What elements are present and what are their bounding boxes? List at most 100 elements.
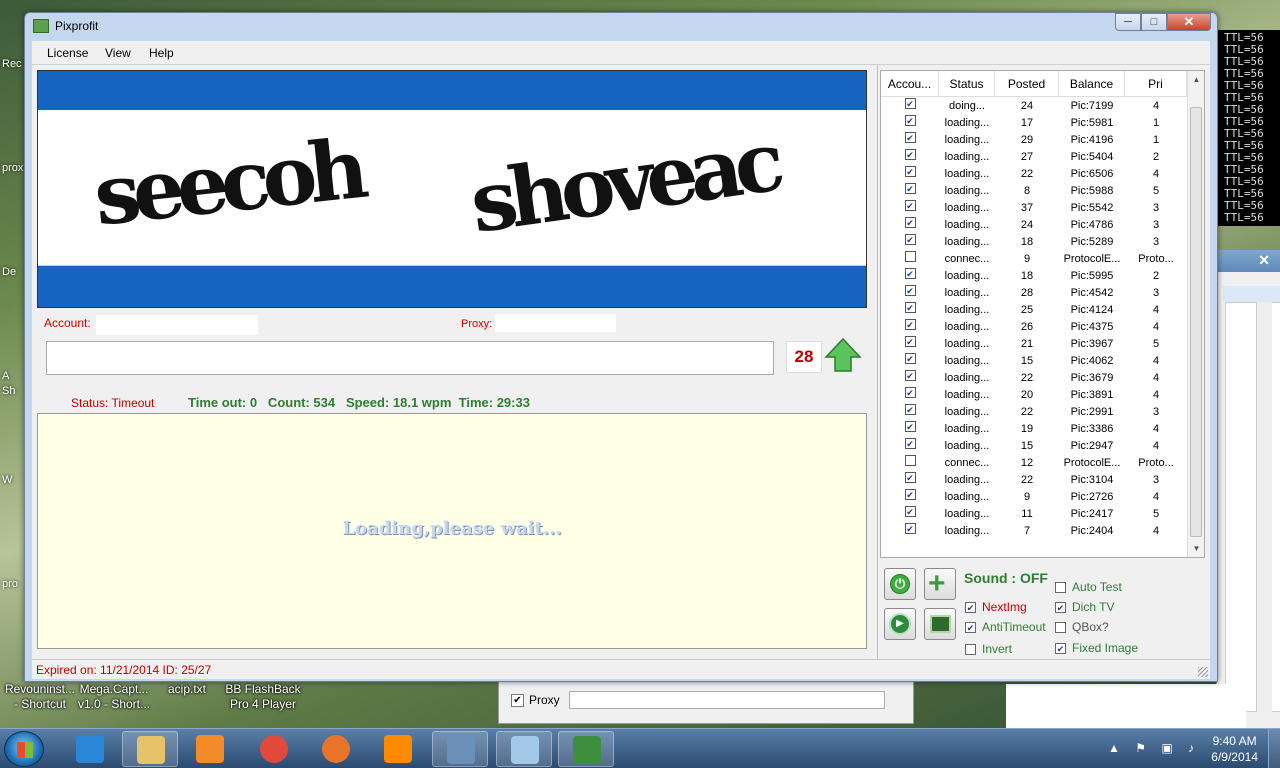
account-checkbox[interactable]: ✔ — [904, 387, 916, 398]
taskbar-item[interactable] — [308, 731, 364, 767]
option-autotest[interactable]: Auto Test — [1055, 580, 1122, 594]
taskbar-item[interactable] — [558, 731, 614, 767]
account-checkbox[interactable]: ✔ — [904, 234, 916, 245]
account-checkbox[interactable]: ✔ — [904, 404, 916, 415]
image-button[interactable] — [924, 608, 956, 640]
grid-row[interactable]: ✔ loading... 8 Pic:5988 5 — [881, 183, 1187, 200]
account-checkbox[interactable]: ✔ — [904, 166, 916, 177]
desktop-icon-revouninstaller[interactable]: Revouninst... - Shortcut — [0, 682, 80, 712]
grid-row[interactable]: ✔ loading... 15 Pic:2947 4 — [881, 438, 1187, 455]
grid-row[interactable]: ✔ loading... 22 Pic:3104 3 — [881, 472, 1187, 489]
grid-row[interactable]: ✔ loading... 20 Pic:3891 4 — [881, 387, 1187, 404]
power-button[interactable]: ⏻ — [884, 568, 916, 600]
grid-row[interactable]: ✔ loading... 28 Pic:4542 3 — [881, 285, 1187, 302]
antitimeout-checkbox[interactable]: ✔ — [965, 621, 976, 633]
option-nextimg[interactable]: ✔ NextImg — [965, 600, 1027, 614]
column-header-balance[interactable]: Balance — [1059, 71, 1125, 97]
account-checkbox[interactable] — [904, 455, 916, 466]
column-header-status[interactable]: Status — [939, 71, 995, 97]
titlebar[interactable]: Pixprofit ─ □ ✕ — [25, 13, 1217, 41]
account-checkbox[interactable]: ✔ — [904, 319, 916, 330]
account-checkbox[interactable]: ✔ — [904, 98, 916, 109]
play-button[interactable]: ▶ — [884, 608, 916, 640]
account-checkbox[interactable]: ✔ — [904, 506, 916, 517]
account-checkbox[interactable]: ✔ — [904, 302, 916, 313]
grid-row[interactable]: ✔ loading... 17 Pic:5981 1 — [881, 115, 1187, 132]
qbox-checkbox[interactable] — [1055, 621, 1066, 633]
grid-row[interactable]: ✔ loading... 27 Pic:5404 2 — [881, 149, 1187, 166]
system-tray[interactable]: ▲ ⚑ ▣ ♪ — [1108, 741, 1200, 755]
grid-row[interactable]: ✔ loading... 25 Pic:4124 4 — [881, 302, 1187, 319]
account-checkbox[interactable]: ✔ — [904, 200, 916, 211]
background-scrollbar[interactable] — [1256, 302, 1272, 712]
account-checkbox[interactable]: ✔ — [904, 285, 916, 296]
account-checkbox[interactable]: ✔ — [904, 183, 916, 194]
account-checkbox[interactable] — [904, 251, 916, 262]
captcha-answer-input[interactable] — [46, 341, 774, 375]
grid-row[interactable]: ✔ loading... 21 Pic:3967 5 — [881, 336, 1187, 353]
account-checkbox[interactable]: ✔ — [904, 438, 916, 449]
grid-row[interactable]: ✔ loading... 7 Pic:2404 4 — [881, 523, 1187, 540]
show-desktop-button[interactable] — [1268, 729, 1280, 768]
grid-row[interactable]: ✔ loading... 18 Pic:5289 3 — [881, 234, 1187, 251]
desktop-icon-megacapt[interactable]: Mega.Capt... v1.0 - Short... — [74, 682, 154, 712]
desktop-icon-bbflashback[interactable]: BB FlashBack Pro 4 Player — [218, 682, 308, 712]
menu-license[interactable]: License — [47, 46, 88, 60]
grid-row[interactable]: ✔ loading... 19 Pic:3386 4 — [881, 421, 1187, 438]
minimize-button[interactable]: ─ — [1115, 13, 1141, 31]
option-antitimeout[interactable]: ✔ AntiTimeout — [965, 620, 1046, 634]
taskbar-item[interactable] — [432, 731, 488, 767]
grid-row[interactable]: ✔ loading... 9 Pic:2726 4 — [881, 489, 1187, 506]
account-checkbox[interactable]: ✔ — [904, 149, 916, 160]
proxy-input[interactable] — [569, 691, 885, 709]
grid-row[interactable]: ✔ loading... 18 Pic:5995 2 — [881, 268, 1187, 285]
background-window-titlebar[interactable]: ✕ — [1216, 250, 1280, 272]
account-checkbox[interactable]: ✔ — [904, 336, 916, 347]
grid-row[interactable]: ✔ doing... 24 Pic:7199 4 — [881, 98, 1187, 115]
account-checkbox[interactable]: ✔ — [904, 472, 916, 483]
account-checkbox[interactable]: ✔ — [904, 268, 916, 279]
account-checkbox[interactable]: ✔ — [904, 115, 916, 126]
sound-toggle[interactable]: Sound : OFF — [964, 570, 1048, 586]
account-checkbox[interactable]: ✔ — [904, 489, 916, 500]
account-checkbox[interactable]: ✔ — [904, 523, 916, 534]
maximize-button[interactable]: □ — [1141, 13, 1167, 31]
close-icon[interactable]: ✕ — [1258, 252, 1270, 269]
clock[interactable]: 9:40 AM 6/9/2014 — [1211, 733, 1258, 765]
grid-scrollbar[interactable]: ▲ ▼ — [1187, 71, 1204, 557]
add-account-button[interactable]: + — [924, 568, 956, 600]
taskbar-item[interactable] — [62, 731, 118, 767]
grid-row[interactable]: connec... 12 ProtocolE... Proto... — [881, 455, 1187, 472]
grid-row[interactable]: ✔ loading... 22 Pic:6506 4 — [881, 166, 1187, 183]
account-checkbox[interactable]: ✔ — [904, 421, 916, 432]
proxy-checkbox[interactable]: ✔ — [511, 694, 524, 707]
invert-checkbox[interactable] — [965, 643, 976, 655]
menu-help[interactable]: Help — [149, 46, 174, 60]
grid-row[interactable]: ✔ loading... 24 Pic:4786 3 — [881, 217, 1187, 234]
grid-row[interactable]: ✔ loading... 22 Pic:3679 4 — [881, 370, 1187, 387]
account-checkbox[interactable]: ✔ — [904, 132, 916, 143]
scroll-up-icon[interactable]: ▲ — [1188, 75, 1204, 84]
start-button[interactable] — [4, 731, 44, 767]
grid-row[interactable]: ✔ loading... 22 Pic:2991 3 — [881, 404, 1187, 421]
desktop-icon-acip[interactable]: acip.txt — [156, 682, 218, 697]
taskbar-item[interactable] — [182, 731, 238, 767]
column-header-posted[interactable]: Posted — [995, 71, 1059, 97]
taskbar-item[interactable] — [246, 731, 302, 767]
account-checkbox[interactable]: ✔ — [904, 353, 916, 364]
option-invert[interactable]: Invert — [965, 642, 1012, 656]
nextimg-checkbox[interactable]: ✔ — [965, 601, 976, 613]
grid-row[interactable]: ✔ loading... 26 Pic:4375 4 — [881, 319, 1187, 336]
autotest-checkbox[interactable] — [1055, 581, 1066, 593]
option-dichtv[interactable]: ✔ Dich TV — [1055, 600, 1114, 614]
dichtv-checkbox[interactable]: ✔ — [1055, 601, 1066, 613]
option-fixedimage[interactable]: ✔ Fixed Image — [1055, 641, 1138, 655]
console-window[interactable]: TTL=56 TTL=56 TTL=56 TTL=56 TTL=56 TTL=56 TTL=… — [1218, 30, 1280, 226]
column-header-pri[interactable]: Pri — [1125, 71, 1187, 97]
account-checkbox[interactable]: ✔ — [904, 370, 916, 381]
taskbar-item[interactable] — [496, 731, 552, 767]
taskbar-item[interactable] — [370, 731, 426, 767]
option-qbox[interactable]: QBox? — [1055, 620, 1109, 634]
grid-row[interactable]: connec... 9 ProtocolE... Proto... — [881, 251, 1187, 268]
close-button[interactable]: ✕ — [1167, 13, 1211, 31]
